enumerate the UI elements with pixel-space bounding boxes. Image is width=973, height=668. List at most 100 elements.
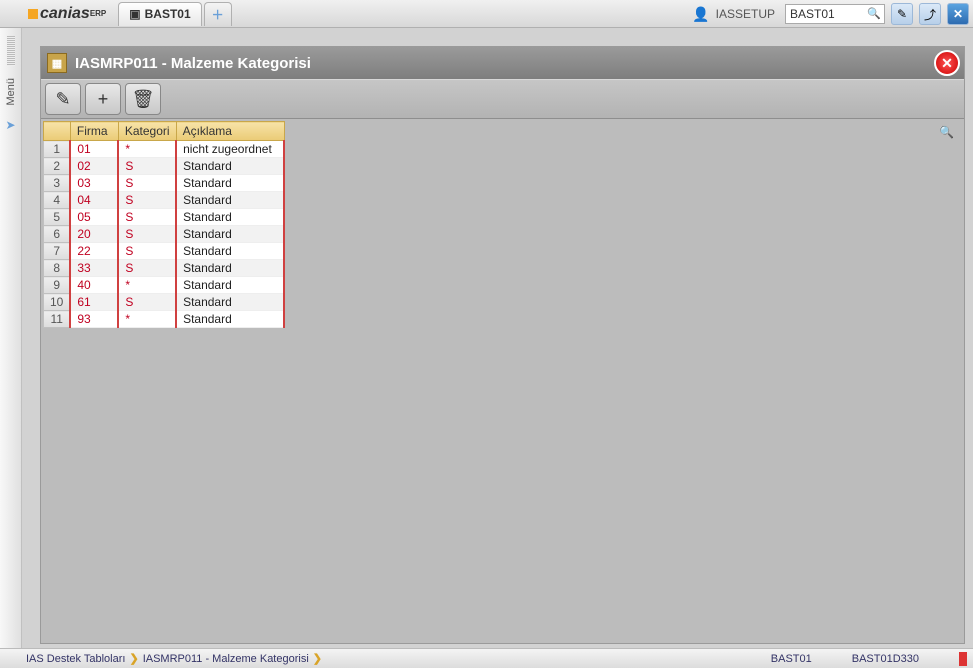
- plus-icon: ＋: [212, 6, 224, 23]
- app-suffix: ERP: [90, 9, 106, 18]
- logo-icon: [28, 9, 38, 19]
- trash-icon: 🗑: [132, 89, 155, 110]
- side-menu-label[interactable]: Menü: [5, 78, 17, 106]
- table-row[interactable]: 1061SStandard: [44, 294, 285, 311]
- cell-firma[interactable]: 22: [70, 243, 118, 260]
- table-row[interactable]: 620SStandard: [44, 226, 285, 243]
- table-row[interactable]: 303SStandard: [44, 175, 285, 192]
- breadcrumb-1[interactable]: IAS Destek Tabloları: [26, 653, 125, 665]
- row-number: 3: [44, 175, 71, 192]
- cell-aciklama[interactable]: Standard: [176, 277, 284, 294]
- row-number: 4: [44, 192, 71, 209]
- delete-button[interactable]: 🗑: [125, 83, 161, 115]
- tab-label: BAST01: [145, 7, 191, 21]
- cell-firma[interactable]: 93: [70, 311, 118, 328]
- close-icon: ✕: [953, 7, 963, 21]
- row-number: 1: [44, 141, 71, 158]
- panel-title-text: IASMRP011 - Malzeme Kategorisi: [75, 55, 311, 72]
- cell-kategori[interactable]: S: [118, 175, 176, 192]
- table-row[interactable]: 404SStandard: [44, 192, 285, 209]
- row-number: 5: [44, 209, 71, 226]
- col-head-firma[interactable]: Firma: [70, 122, 118, 141]
- panel-titlebar: ▦ IASMRP011 - Malzeme Kategorisi ✕: [41, 47, 964, 79]
- app-logo: caniasERP: [28, 5, 106, 23]
- cell-firma[interactable]: 02: [70, 158, 118, 175]
- workarea: ▦ IASMRP011 - Malzeme Kategorisi ✕ ✎ + 🗑…: [22, 28, 973, 648]
- cell-aciklama[interactable]: Standard: [176, 175, 284, 192]
- top-action-1[interactable]: ✎: [891, 3, 913, 25]
- panel-title-icon: ▦: [47, 53, 67, 73]
- cell-kategori[interactable]: S: [118, 294, 176, 311]
- row-number: 8: [44, 260, 71, 277]
- cell-firma[interactable]: 20: [70, 226, 118, 243]
- cell-kategori[interactable]: S: [118, 158, 176, 175]
- statusbar: IAS Destek Tabloları ❯ IASMRP011 - Malze…: [0, 648, 973, 668]
- cell-kategori[interactable]: *: [118, 311, 176, 328]
- tab-active[interactable]: ▣ BAST01: [118, 2, 201, 26]
- cell-kategori[interactable]: S: [118, 192, 176, 209]
- top-action-2[interactable]: ⤴: [919, 3, 941, 25]
- search-wrap: 🔍: [785, 4, 885, 24]
- row-number: 6: [44, 226, 71, 243]
- cell-kategori[interactable]: S: [118, 226, 176, 243]
- cell-aciklama[interactable]: Standard: [176, 260, 284, 277]
- cell-firma[interactable]: 04: [70, 192, 118, 209]
- table-row[interactable]: 1193*Standard: [44, 311, 285, 328]
- row-number: 11: [44, 311, 71, 328]
- cell-kategori[interactable]: S: [118, 209, 176, 226]
- data-grid: Firma Kategori Açıklama 101*nicht zugeor…: [43, 121, 285, 328]
- user-name: IASSETUP: [716, 7, 775, 21]
- edit-button[interactable]: ✎: [45, 83, 81, 115]
- status-indicator-icon: [959, 652, 967, 666]
- row-number: 10: [44, 294, 71, 311]
- cell-aciklama[interactable]: Standard: [176, 226, 284, 243]
- grid-search-icon[interactable]: 🔍: [939, 125, 954, 139]
- status-code-2: BAST01D330: [852, 653, 919, 665]
- table-row[interactable]: 101*nicht zugeordnet: [44, 141, 285, 158]
- user-icon: 👤: [692, 6, 709, 23]
- row-number: 9: [44, 277, 71, 294]
- cell-firma[interactable]: 01: [70, 141, 118, 158]
- plus-icon: +: [98, 89, 109, 110]
- table-row[interactable]: 722SStandard: [44, 243, 285, 260]
- col-head-rownum[interactable]: [44, 122, 71, 141]
- topbar-right: 👤 IASSETUP 🔍 ✎ ⤴ ✕: [692, 0, 969, 28]
- cell-aciklama[interactable]: Standard: [176, 243, 284, 260]
- table-row[interactable]: 833SStandard: [44, 260, 285, 277]
- side-strip: Menü ➤: [0, 28, 22, 648]
- col-head-aciklama[interactable]: Açıklama: [176, 122, 284, 141]
- table-row[interactable]: 202SStandard: [44, 158, 285, 175]
- cell-aciklama[interactable]: Standard: [176, 294, 284, 311]
- side-handle[interactable]: [7, 36, 15, 66]
- cell-aciklama[interactable]: nicht zugeordnet: [176, 141, 284, 158]
- cell-aciklama[interactable]: Standard: [176, 209, 284, 226]
- cell-firma[interactable]: 61: [70, 294, 118, 311]
- cell-aciklama[interactable]: Standard: [176, 158, 284, 175]
- breadcrumb-2[interactable]: IASMRP011 - Malzeme Kategorisi: [143, 653, 309, 665]
- cell-aciklama[interactable]: Standard: [176, 192, 284, 209]
- cell-firma[interactable]: 33: [70, 260, 118, 277]
- cell-aciklama[interactable]: Standard: [176, 311, 284, 328]
- cell-kategori[interactable]: S: [118, 243, 176, 260]
- col-head-kategori[interactable]: Kategori: [118, 122, 176, 141]
- side-expand-icon[interactable]: ➤: [5, 118, 15, 132]
- add-button[interactable]: +: [85, 83, 121, 115]
- search-icon[interactable]: 🔍: [867, 7, 881, 20]
- table-row[interactable]: 940*Standard: [44, 277, 285, 294]
- status-code-1: BAST01: [771, 653, 812, 665]
- panel: ▦ IASMRP011 - Malzeme Kategorisi ✕ ✎ + 🗑…: [40, 46, 965, 644]
- app-name: canias: [40, 5, 90, 23]
- cell-firma[interactable]: 05: [70, 209, 118, 226]
- top-close-button[interactable]: ✕: [947, 3, 969, 25]
- table-row[interactable]: 505SStandard: [44, 209, 285, 226]
- cell-firma[interactable]: 40: [70, 277, 118, 294]
- toolbar: ✎ + 🗑: [41, 79, 964, 119]
- cell-kategori[interactable]: *: [118, 277, 176, 294]
- tab-add-button[interactable]: ＋: [204, 2, 232, 26]
- link-icon: ⤴: [924, 6, 936, 23]
- breadcrumb-sep-icon: ❯: [129, 652, 138, 665]
- cell-kategori[interactable]: *: [118, 141, 176, 158]
- cell-kategori[interactable]: S: [118, 260, 176, 277]
- panel-close-button[interactable]: ✕: [934, 50, 960, 76]
- cell-firma[interactable]: 03: [70, 175, 118, 192]
